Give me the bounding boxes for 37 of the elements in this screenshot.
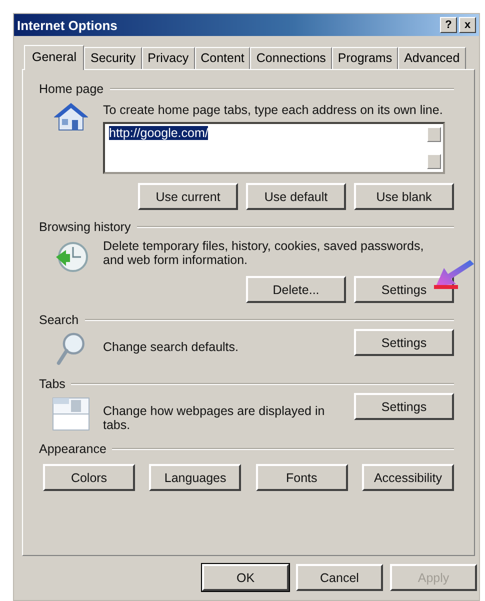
help-button[interactable]: ?: [440, 17, 457, 33]
address-field[interactable]: http://google.com/: [103, 122, 445, 174]
dialog-button[interactable]: Settings: [354, 329, 454, 356]
tab[interactable]: Content: [194, 47, 250, 69]
dialog-button[interactable]: Languages: [149, 464, 242, 491]
dialog-button[interactable]: Colors: [43, 464, 135, 491]
section-title: Appearance: [39, 442, 106, 456]
magnifier-icon: [56, 331, 86, 367]
section-title: Home page: [39, 82, 104, 96]
tab[interactable]: Privacy: [142, 47, 195, 69]
tab[interactable]: Programs: [332, 47, 398, 69]
close-button[interactable]: x: [459, 17, 476, 33]
dialog-button[interactable]: Settings: [354, 276, 454, 303]
description: To create home page tabs, type each address on its own line.: [103, 103, 444, 117]
tab[interactable]: General: [24, 45, 84, 70]
description: Change how webpages are displayed in tabs.: [103, 404, 326, 432]
dialog-button[interactable]: Settings: [354, 393, 454, 420]
description: Change search defaults.: [103, 340, 240, 354]
section-title: Search: [39, 313, 79, 327]
dialog-button[interactable]: Use current: [138, 183, 238, 210]
dialog-button[interactable]: Fonts: [256, 464, 348, 491]
section-title: Tabs: [39, 377, 66, 391]
tab[interactable]: Advanced: [398, 47, 466, 69]
tab[interactable]: Connections: [250, 47, 332, 69]
dialog-button[interactable]: Delete...: [246, 276, 346, 303]
section-title: Browsing history: [39, 220, 131, 234]
dialog-button[interactable]: Use blank: [354, 183, 454, 210]
window-title: Internet Options: [17, 18, 118, 32]
home-icon: [54, 102, 88, 132]
tab[interactable]: Security: [84, 47, 142, 69]
clock-icon: [54, 240, 88, 274]
dialog-button[interactable]: Use default: [246, 183, 346, 210]
description: Delete temporary files, history, cookies, saved passwords, and web form information.: [103, 239, 425, 267]
tabs-window-icon: [52, 397, 90, 431]
dialog-button[interactable]: OK: [202, 564, 289, 591]
dialog-button[interactable]: Cancel: [296, 564, 383, 591]
dialog-button[interactable]: Accessibility: [362, 464, 454, 491]
